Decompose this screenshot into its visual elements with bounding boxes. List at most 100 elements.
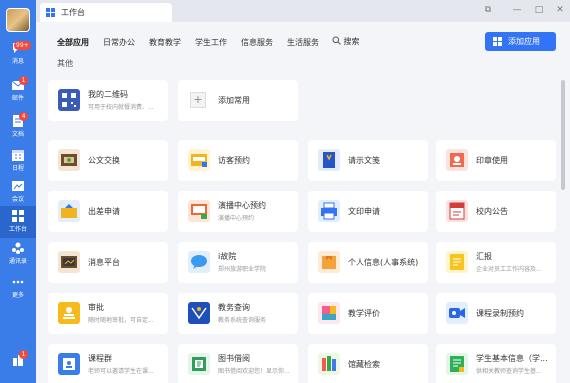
contacts-icon xyxy=(12,242,24,254)
nav-item-contacts[interactable]: 通讯录 xyxy=(0,238,36,270)
app-title: 图书借阅 xyxy=(218,354,250,363)
app-title: 汇报 xyxy=(476,252,492,261)
tab-workbench[interactable]: 工作台 xyxy=(40,3,172,22)
nav-item-messages[interactable]: 消息 99+ xyxy=(0,38,36,70)
message-board-icon xyxy=(58,251,80,273)
add-app-button[interactable]: 添加应用 xyxy=(485,32,556,51)
app-card[interactable]: 请示文笺 xyxy=(308,140,428,181)
video-record-icon xyxy=(446,302,468,324)
student-info-icon xyxy=(446,353,468,375)
nav-item-meeting[interactable]: 会议 xyxy=(0,176,36,208)
tab-info-service[interactable]: 信息服务 xyxy=(241,37,273,48)
app-title: 请示文笺 xyxy=(348,156,380,165)
nav-item-docs[interactable]: 文档 4 xyxy=(0,111,36,143)
avatar[interactable] xyxy=(6,8,30,32)
app-card[interactable]: 学生基本信息（学... 供相关教师查询学生基... xyxy=(436,344,556,383)
library-search-icon xyxy=(318,353,340,375)
visitor-icon xyxy=(188,149,210,171)
chat-bubble-icon xyxy=(188,251,210,273)
nav-label: 消息 xyxy=(11,58,24,65)
app-card[interactable]: 教务查询 教务系统查询服务 xyxy=(178,293,298,334)
app-title: 教学评价 xyxy=(348,309,380,318)
app-title: 校内公告 xyxy=(476,207,508,216)
app-title: 演播中心预约 xyxy=(218,201,266,210)
nav-item-workbench[interactable]: 工作台 xyxy=(0,206,36,238)
nav-label: 工作台 xyxy=(8,226,27,233)
app-subtitle: 老师可以邀请学生在课... xyxy=(88,368,154,375)
nav-item-mail[interactable]: 邮件 1 xyxy=(0,75,36,107)
app-card[interactable]: 文印申请 xyxy=(308,191,428,232)
report-icon xyxy=(446,251,468,273)
section-other: 其他 xyxy=(57,59,73,68)
more-icon xyxy=(12,280,24,284)
nav-label: 通讯录 xyxy=(8,258,27,265)
app-card[interactable]: 馆藏检索 xyxy=(308,344,428,383)
close-icon[interactable]: ✕ xyxy=(554,4,566,16)
app-card-qrcode[interactable]: 我的二维码 可用于校内就餐消费、... xyxy=(48,80,168,121)
tab-all-apps[interactable]: 全部应用 xyxy=(57,37,89,48)
maximize-icon[interactable]: □ xyxy=(533,4,545,16)
nav-item-more[interactable]: 更多 xyxy=(0,272,36,304)
app-card[interactable]: 出差申请 xyxy=(48,191,168,232)
app-card[interactable]: 个人信息(人事系统) xyxy=(308,242,428,283)
app-title: 个人信息(人事系统) xyxy=(348,258,419,267)
app-card[interactable]: 消息平台 xyxy=(48,242,168,283)
nav-label: 文档 xyxy=(11,131,24,138)
tab-student-work[interactable]: 学生工作 xyxy=(195,37,227,48)
nav-label: 更多 xyxy=(11,292,24,299)
workbench-icon xyxy=(12,210,24,222)
app-title: 学生基本信息（学... xyxy=(476,354,548,363)
app-title: 添加常用 xyxy=(218,96,250,105)
app-title: 课程录制预约 xyxy=(476,309,524,318)
app-card[interactable]: 图书借阅 图书借阅欢迎您！显示你... xyxy=(178,344,298,383)
folder-icon xyxy=(318,149,340,171)
app-card[interactable]: 课程录制预约 xyxy=(436,293,556,334)
app-subtitle: 随时随地审批，可自定... xyxy=(88,317,154,324)
unread-badge: 1 xyxy=(19,76,28,85)
unread-badge: 1 xyxy=(19,350,28,359)
tab-education[interactable]: 教育教学 xyxy=(149,37,181,48)
app-subtitle: 供相关教师查询学生基... xyxy=(476,368,542,375)
tab-daily-office[interactable]: 日常办公 xyxy=(103,37,135,48)
search-button[interactable]: 搜索 xyxy=(332,36,360,47)
calendar-icon xyxy=(12,150,24,161)
minimize-icon[interactable]: — xyxy=(511,4,523,16)
left-nav: 消息 99+ 邮件 1 文档 4 日程 会议 工作台 通讯录 更多 1 xyxy=(0,0,36,383)
app-card[interactable]: 公文交换 xyxy=(48,140,168,181)
app-card[interactable]: 审批 随时随地审批，可自定... xyxy=(48,293,168,334)
nav-item-calendar[interactable]: 日程 xyxy=(0,145,36,177)
app-card[interactable]: 印章使用 xyxy=(436,140,556,181)
workbench-icon xyxy=(46,8,55,17)
app-title: 文印申请 xyxy=(348,207,380,216)
app-title: 出差申请 xyxy=(88,207,120,216)
app-card[interactable]: 课程群 老师可以邀请学生在课... xyxy=(48,344,168,383)
app-subtitle: 演播中心预约 xyxy=(218,215,255,222)
add-favorite-card[interactable]: + 添加常用 xyxy=(178,80,298,121)
app-card[interactable]: 教学评价 xyxy=(308,293,428,334)
app-title: 消息平台 xyxy=(88,258,120,267)
search-icon xyxy=(332,36,341,45)
nav-item-apps-bottom[interactable]: 1 xyxy=(0,350,36,382)
app-title: 印章使用 xyxy=(476,156,508,165)
app-card[interactable]: i故院 郑州旅游职业学院 xyxy=(178,242,298,283)
personal-info-icon xyxy=(318,251,340,273)
app-card[interactable]: 校内公告 xyxy=(436,191,556,232)
meeting-icon xyxy=(12,181,24,191)
app-card[interactable]: 汇报 企业对员工工作内容及... xyxy=(436,242,556,283)
pin-icon[interactable]: ⧉ xyxy=(482,4,494,16)
studio-icon xyxy=(188,200,210,222)
app-card[interactable]: 演播中心预约 演播中心预约 xyxy=(178,191,298,232)
app-subtitle: 企业对员工工作内容及... xyxy=(476,266,542,273)
app-card[interactable]: 访客预约 xyxy=(178,140,298,181)
announcement-icon xyxy=(446,200,468,222)
nav-label: 会议 xyxy=(11,196,24,203)
workbench-content: 全部应用 日常办公 教育教学 学生工作 信息服务 生活服务 搜索 添加应用 其他… xyxy=(36,22,570,383)
app-subtitle: 教务系统查询服务 xyxy=(218,317,267,324)
approval-icon xyxy=(58,302,80,324)
tab-life-service[interactable]: 生活服务 xyxy=(287,37,319,48)
scrollbar[interactable] xyxy=(561,80,565,190)
app-title: 馆藏检索 xyxy=(348,360,380,369)
app-title: 访客预约 xyxy=(218,156,250,165)
unread-badge: 99+ xyxy=(14,41,31,50)
app-subtitle: 可用于校内就餐消费、... xyxy=(88,104,154,111)
